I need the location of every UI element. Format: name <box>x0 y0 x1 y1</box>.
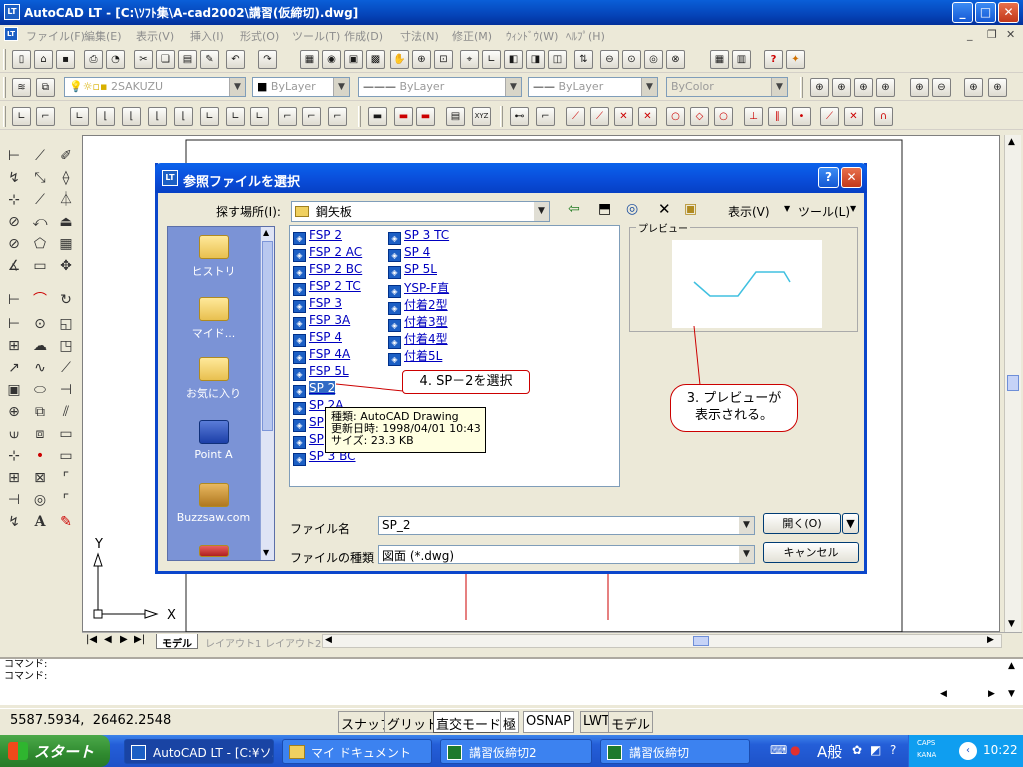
preview-callout: 3. プレビューが 表示される。 <box>670 384 798 432</box>
select-callout-pointer <box>335 383 404 392</box>
preview-callout-pointer <box>693 325 720 386</box>
select-callout-text: 4. SP－2を選択 <box>419 374 513 389</box>
preview-callout-line1: 3. プレビューが <box>686 391 782 406</box>
select-callout: 4. SP－2を選択 <box>402 370 530 394</box>
preview-callout-line2: 表示される。 <box>694 408 773 423</box>
